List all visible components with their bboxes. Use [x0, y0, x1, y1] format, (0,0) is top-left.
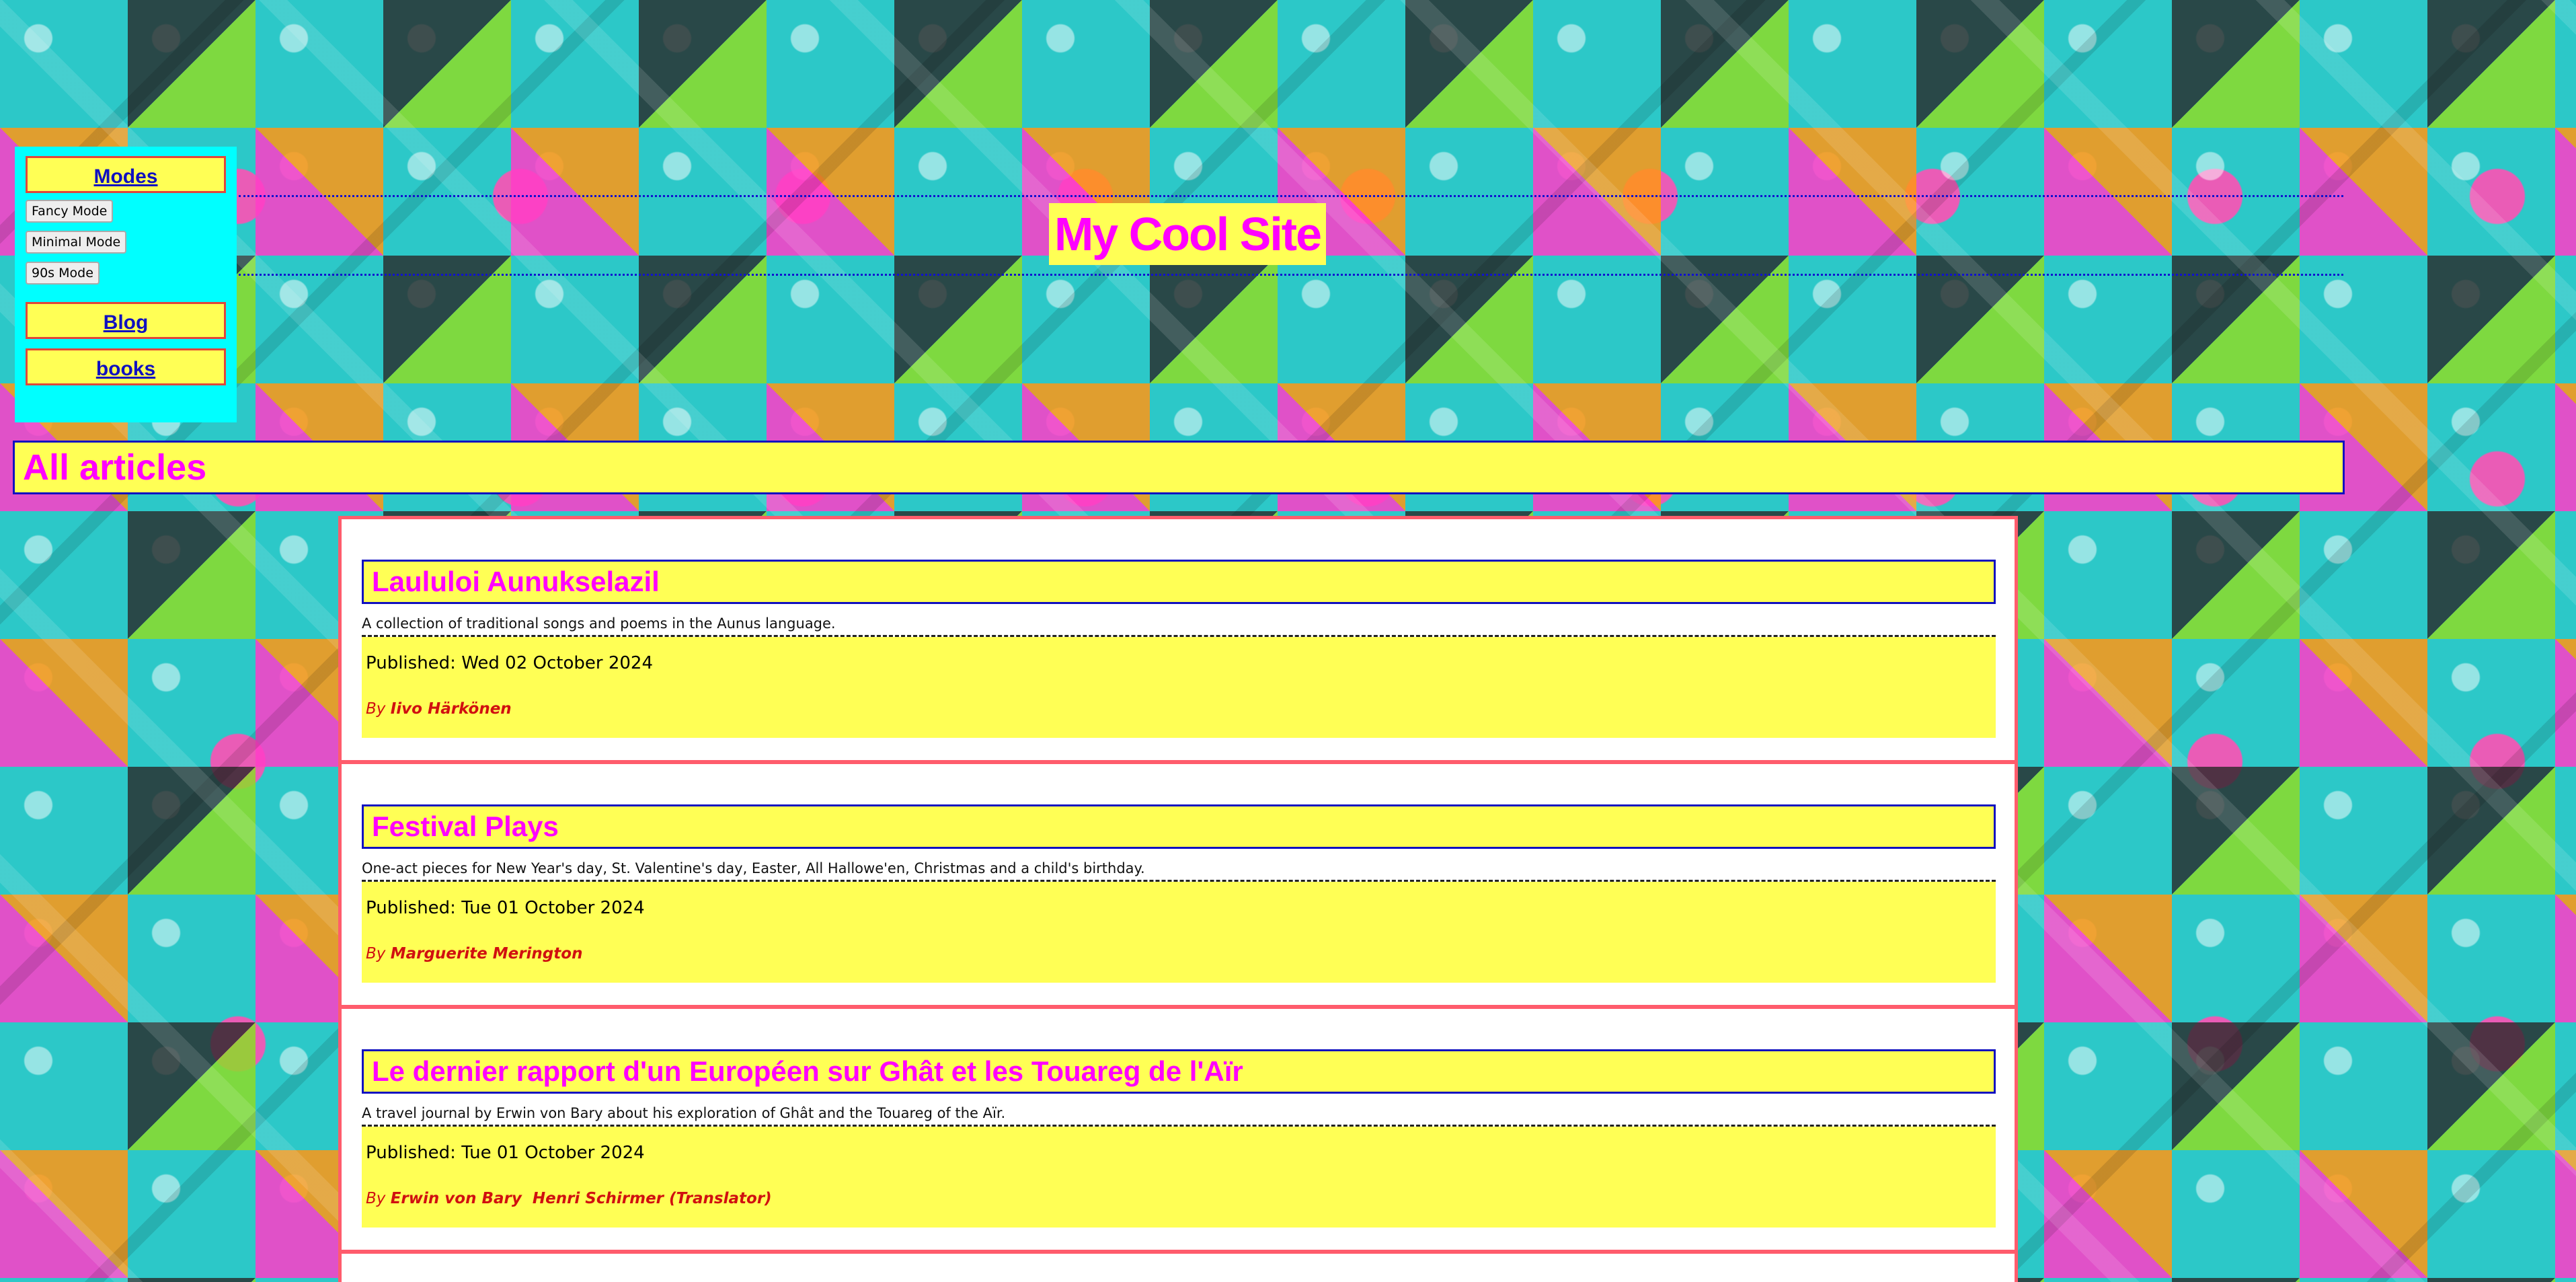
article-published-date: Published: Tue 01 October 2024 [366, 898, 645, 918]
article-author-link[interactable]: Erwin von Bary Henri Schirmer (Translato… [391, 1190, 772, 1207]
article-author-link[interactable]: Iivo Härkönen [391, 700, 512, 718]
byline-prefix: By [366, 1190, 386, 1207]
article-published-date: Published: Wed 02 October 2024 [366, 653, 653, 673]
article-description: A collection of traditional songs and po… [362, 615, 1996, 637]
article-list: Laululoi Aunukselazil A collection of tr… [338, 516, 2018, 1282]
article-meta: Published: Tue 01 October 2024 By Erwin … [362, 1127, 1996, 1228]
blog-link[interactable]: Blog [26, 302, 226, 339]
article-meta: Published: Tue 01 October 2024 By Margue… [362, 882, 1996, 983]
fancy-mode-button[interactable]: Fancy Mode [26, 200, 114, 223]
article-title-link[interactable]: Festival Plays [362, 804, 1996, 849]
section-title: All articles [23, 447, 207, 488]
90s-mode-button[interactable]: 90s Mode [26, 262, 100, 285]
sidebar-nav: Modes Fancy Mode Minimal Mode 90s Mode B… [15, 147, 237, 422]
article-author-link[interactable]: Marguerite Merington [391, 945, 583, 963]
section-header: All articles [13, 441, 2345, 494]
article-title-link[interactable]: Le dernier rapport d'un Européen sur Ghâ… [362, 1049, 1996, 1094]
article-published-date: Published: Tue 01 October 2024 [366, 1143, 645, 1163]
site-title[interactable]: My Cool Site [1049, 203, 1327, 265]
article-card: Laululoi Aunukselazil A collection of tr… [342, 519, 2015, 764]
article-description: One-act pieces for New Year's day, St. V… [362, 860, 1996, 882]
books-link[interactable]: books [26, 348, 226, 385]
article-byline: By Marguerite Merington [366, 945, 1992, 963]
article-card: Le dernier rapport d'un Européen sur Ghâ… [342, 1009, 2015, 1254]
article-description: A travel journal by Erwin von Bary about… [362, 1104, 1996, 1127]
article-byline: By Erwin von Bary Henri Schirmer (Transl… [366, 1190, 1992, 1207]
byline-prefix: By [366, 945, 386, 963]
modes-link[interactable]: Modes [26, 156, 226, 193]
article-title-link[interactable]: Laululoi Aunukselazil [362, 560, 1996, 604]
byline-prefix: By [366, 700, 386, 718]
article-meta: Published: Wed 02 October 2024 By Iivo H… [362, 637, 1996, 738]
mode-list: Fancy Mode Minimal Mode 90s Mode [26, 197, 226, 290]
article-card: Festival Plays One-act pieces for New Ye… [342, 764, 2015, 1009]
minimal-mode-button[interactable]: Minimal Mode [26, 231, 127, 254]
article-byline: By Iivo Härkönen [366, 700, 1992, 718]
